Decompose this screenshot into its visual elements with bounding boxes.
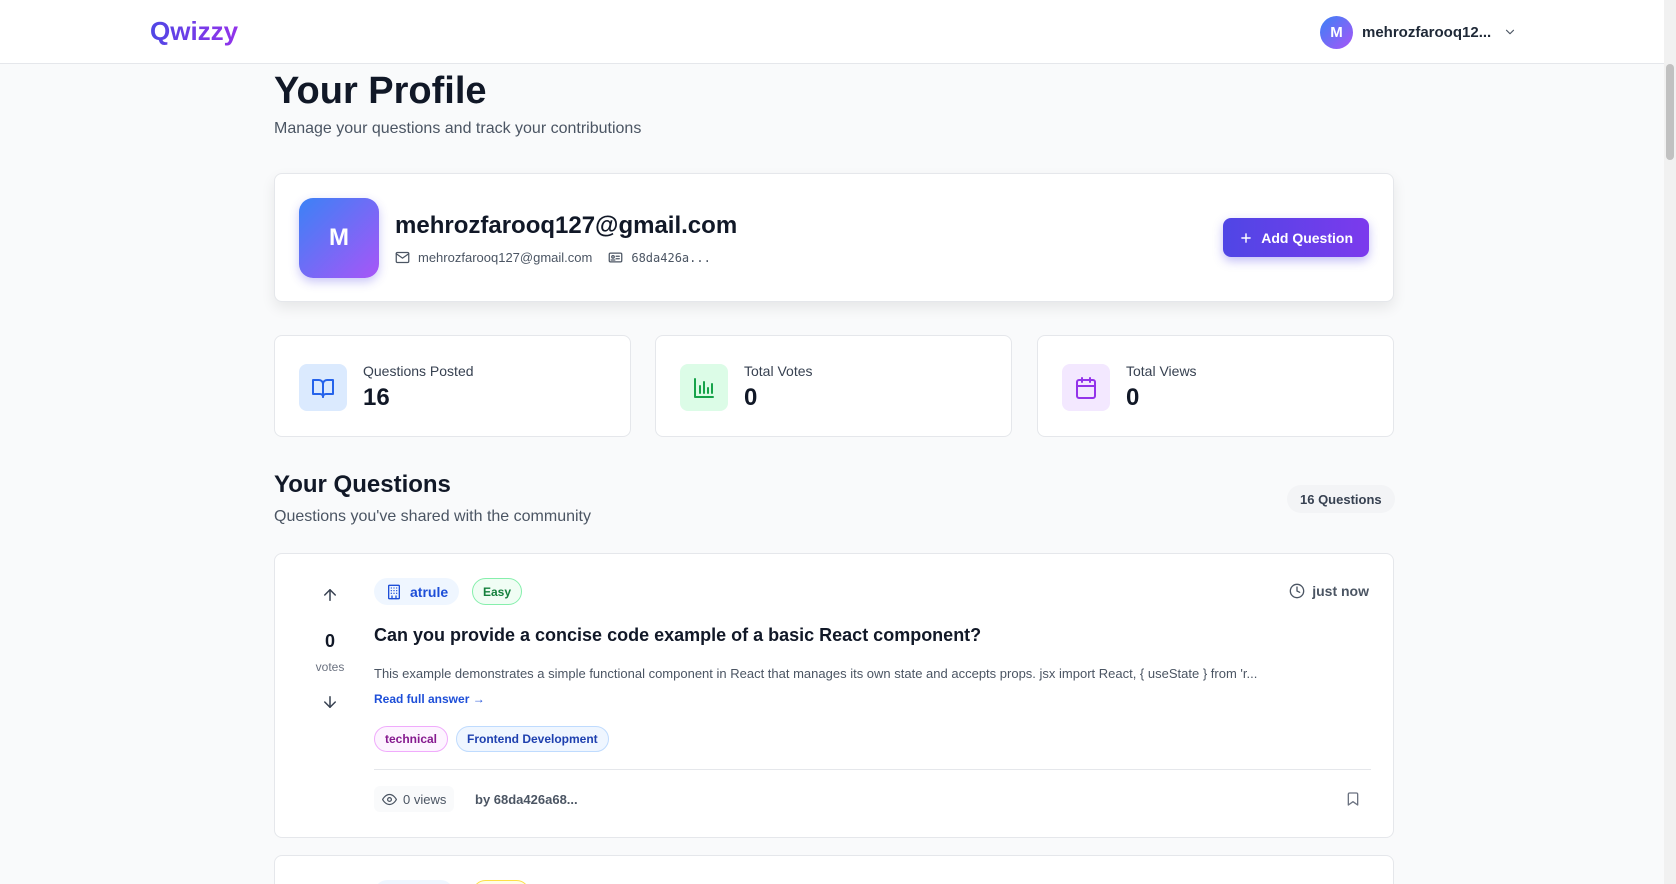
user-name: mehrozfarooq12... — [1362, 23, 1492, 41]
read-full-answer-link[interactable]: Read full answer → — [374, 692, 485, 706]
plus-icon — [1241, 232, 1252, 243]
question-author: by 68da426a68... — [475, 792, 578, 807]
user-avatar: M — [1320, 15, 1353, 49]
question-card: 0 votes atrule Easy just now Can you pro… — [274, 553, 1394, 838]
question-title[interactable]: Can you provide a concise code example o… — [374, 625, 981, 646]
top-navbar: Qwizzy M mehrozfarooq12... — [0, 0, 1664, 64]
stat-label: Total Views — [1126, 363, 1197, 379]
stat-card-views: Total Views 0 — [1037, 335, 1394, 437]
vote-count: 0 — [324, 631, 335, 651]
questions-section-title: Your Questions — [274, 471, 451, 498]
add-question-label: Add Question — [1261, 229, 1353, 246]
stat-value: 0 — [744, 384, 758, 411]
question-card — [274, 855, 1394, 884]
posted-time: just now — [1289, 583, 1369, 599]
bar-chart-icon — [694, 377, 714, 398]
profile-meta: mehrozfarooq127@gmail.com 68da426a... — [395, 250, 711, 265]
company-chip[interactable] — [374, 880, 454, 884]
tag-technical[interactable]: technical — [374, 726, 449, 752]
stat-card-votes: Total Votes 0 — [655, 335, 1012, 437]
difficulty-badge — [472, 880, 530, 884]
divider — [374, 769, 1371, 770]
stat-value: 0 — [1126, 384, 1140, 411]
stat-icon-wrap — [680, 364, 728, 411]
clock-icon — [1289, 583, 1305, 599]
profile-email: mehrozfarooq127@gmail.com — [418, 250, 593, 265]
page-subtitle: Manage your questions and track your con… — [274, 120, 642, 137]
stat-label: Questions Posted — [363, 363, 474, 379]
stat-label: Total Votes — [744, 363, 813, 379]
arrow-up-icon[interactable] — [321, 586, 339, 604]
company-chip[interactable]: atrule — [374, 578, 460, 605]
stat-icon-wrap — [299, 364, 347, 411]
stat-value: 16 — [363, 384, 390, 411]
calendar-icon — [1076, 376, 1096, 399]
difficulty-badge: Easy — [472, 578, 523, 605]
eye-icon — [382, 793, 397, 805]
bookmark-icon[interactable] — [1345, 791, 1361, 807]
profile-id: 68da426a... — [608, 250, 711, 265]
page-title: Your Profile — [274, 70, 487, 112]
building-icon — [388, 584, 400, 599]
questions-section-subtitle: Questions you've shared with the communi… — [274, 508, 591, 525]
profile-avatar: M — [299, 198, 379, 278]
tag-frontend-development[interactable]: Frontend Development — [456, 726, 609, 752]
posted-time-text: just now — [1312, 583, 1369, 599]
add-question-button[interactable]: Add Question — [1223, 218, 1369, 257]
views-count: 0 views — [374, 786, 455, 812]
votes-label: votes — [315, 660, 345, 674]
stat-card-questions: Questions Posted 16 — [274, 335, 631, 437]
scrollbar-thumb[interactable] — [1666, 64, 1674, 160]
stat-icon-wrap — [1062, 364, 1110, 411]
views-text: 0 views — [403, 791, 447, 807]
questions-count-badge: 16 Questions — [1287, 485, 1395, 513]
profile-id-text: 68da426a... — [631, 250, 711, 265]
app-logo[interactable]: Qwizzy — [150, 16, 238, 47]
user-menu[interactable]: M mehrozfarooq12... — [1320, 15, 1517, 49]
scrollbar[interactable] — [1664, 0, 1676, 884]
company-name: atrule — [410, 583, 449, 600]
mail-icon — [395, 251, 410, 264]
book-icon — [312, 378, 334, 398]
profile-card: M mehrozfarooq127@gmail.com mehrozfarooq… — [274, 173, 1394, 302]
profile-name: mehrozfarooq127@gmail.com — [395, 212, 738, 239]
id-card-icon — [608, 252, 623, 263]
question-excerpt: This example demonstrates a simple funct… — [374, 666, 1258, 681]
chevron-down-icon — [1506, 29, 1515, 35]
arrow-down-icon[interactable] — [321, 693, 339, 711]
